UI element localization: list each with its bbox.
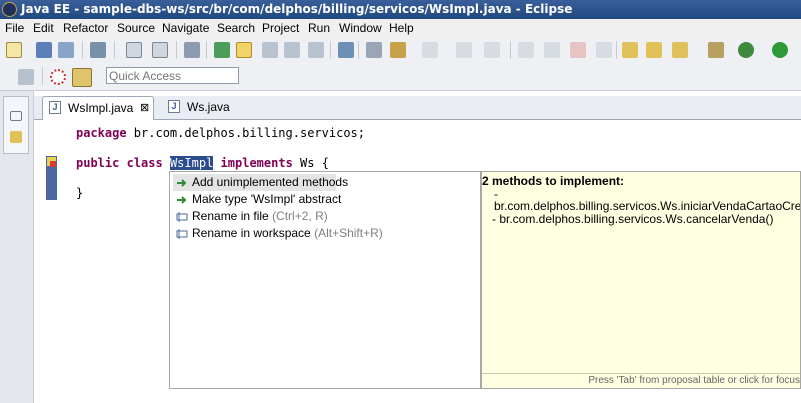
redo-icon[interactable] xyxy=(484,42,500,58)
rename-icon xyxy=(176,228,188,239)
forward-icon[interactable] xyxy=(422,42,438,58)
run-icon[interactable] xyxy=(772,42,788,58)
menu-navigate[interactable]: Navigate xyxy=(162,19,209,38)
info-method-1: br.com.delphos.billing.servicos.Ws.inici… xyxy=(494,199,801,213)
menu-project[interactable]: Project xyxy=(262,19,299,38)
back-icon[interactable] xyxy=(390,42,406,58)
block-selection-icon[interactable] xyxy=(284,42,300,58)
tab-label: Ws.java xyxy=(187,100,230,114)
tab-label: WsImpl.java xyxy=(68,101,134,115)
search-icon[interactable] xyxy=(262,42,278,58)
menu-run[interactable]: Run xyxy=(308,19,330,38)
code-line-package: package br.com.delphos.billing.servicos; xyxy=(76,126,365,140)
change-icon xyxy=(177,196,187,204)
open-perspective-icon[interactable] xyxy=(18,69,34,85)
mark-occurrences-icon[interactable] xyxy=(236,42,252,58)
menu-search[interactable]: Search xyxy=(217,19,255,38)
java-ee-perspective-icon[interactable] xyxy=(50,69,66,85)
editor-tab-bar: J WsImpl.java ⊠ J Ws.java xyxy=(34,96,801,120)
minimized-view-stack xyxy=(3,96,29,154)
last-edit-icon[interactable] xyxy=(366,42,382,58)
toolbar-separator xyxy=(82,41,83,59)
rename-icon xyxy=(176,211,188,222)
open-folder-icon[interactable] xyxy=(646,42,662,58)
undo-icon[interactable] xyxy=(456,42,472,58)
toolbar-separator xyxy=(206,41,207,59)
save-icon[interactable] xyxy=(36,42,52,58)
eclipse-icon xyxy=(2,2,17,17)
proposal-add-unimplemented[interactable]: Add unimplemented methods xyxy=(173,174,348,191)
menu-source[interactable]: Source xyxy=(117,19,155,38)
save-all-icon[interactable] xyxy=(58,42,74,58)
toolbar-separator xyxy=(176,41,177,59)
title-bar: Java EE - sample-dbs-ws/src/br/com/delph… xyxy=(0,0,801,19)
toolbar-separator xyxy=(616,41,617,59)
toolbar-separator xyxy=(42,67,43,85)
show-whitespace-icon[interactable] xyxy=(308,42,324,58)
next-annotation-icon[interactable] xyxy=(338,42,354,58)
proposal-info-panel[interactable]: 2 methods to implement: - br.com.delphos… xyxy=(481,171,801,389)
java-perspective-icon[interactable] xyxy=(72,68,92,87)
code-line-close: } xyxy=(76,186,84,200)
info-status: Press 'Tab' from proposal table or click… xyxy=(482,373,800,388)
menu-window[interactable]: Window xyxy=(339,19,382,38)
window-title: Java EE - sample-dbs-ws/src/br/com/delph… xyxy=(21,2,573,16)
terminate-icon[interactable] xyxy=(570,42,586,58)
quick-fix-proposals: Add unimplemented methods Make type 'WsI… xyxy=(169,171,481,389)
menu-help[interactable]: Help xyxy=(389,19,414,38)
tab-ws[interactable]: J Ws.java xyxy=(162,96,242,118)
suspend-icon[interactable] xyxy=(544,42,560,58)
quick-access-input[interactable] xyxy=(106,67,239,84)
open-type-icon[interactable] xyxy=(622,42,638,58)
close-icon[interactable]: ⊠ xyxy=(140,97,149,119)
menu-bar: File Edit Refactor Source Navigate Searc… xyxy=(0,19,801,38)
open-task-icon[interactable] xyxy=(672,42,688,58)
selected-identifier: WsImpl xyxy=(169,156,214,170)
info-heading: 2 methods to implement: xyxy=(482,174,625,188)
info-method-2: - br.com.delphos.billing.servicos.Ws.can… xyxy=(492,212,774,226)
profile-icon[interactable] xyxy=(708,42,724,58)
toolbar-separator xyxy=(114,41,115,59)
toolbar-separator xyxy=(330,41,331,59)
resume-icon[interactable] xyxy=(518,42,534,58)
tab-wsimpl[interactable]: J WsImpl.java ⊠ xyxy=(42,96,154,120)
change-icon xyxy=(177,179,187,187)
menu-edit[interactable]: Edit xyxy=(33,19,54,38)
java-file-icon: J xyxy=(49,101,61,114)
package-explorer-icon[interactable] xyxy=(10,131,22,143)
restore-icon[interactable] xyxy=(10,111,22,121)
error-marker-icon[interactable] xyxy=(46,156,58,200)
menu-file[interactable]: File xyxy=(5,19,24,38)
menu-refactor[interactable]: Refactor xyxy=(63,19,108,38)
proposal-rename-in-file[interactable]: Rename in file (Ctrl+2, R) xyxy=(176,208,328,225)
proposal-rename-in-workspace[interactable]: Rename in workspace (Alt+Shift+R) xyxy=(176,225,383,242)
server-icon[interactable] xyxy=(152,42,168,58)
toolbar-separator xyxy=(510,41,511,59)
toolbar-separator xyxy=(358,41,359,59)
step-into-icon[interactable] xyxy=(596,42,612,58)
java-file-icon: J xyxy=(168,100,180,113)
new-java-project-icon[interactable] xyxy=(214,42,230,58)
proposal-make-abstract[interactable]: Make type 'WsImpl' abstract xyxy=(176,191,341,208)
new-icon[interactable] xyxy=(6,42,22,58)
code-line-class: public class WsImpl implements Ws { xyxy=(76,156,329,170)
debug-icon[interactable] xyxy=(738,42,754,58)
print-icon[interactable] xyxy=(90,42,106,58)
console-icon[interactable] xyxy=(126,42,142,58)
main-toolbar xyxy=(0,38,801,64)
skip-breakpoints-icon[interactable] xyxy=(184,42,200,58)
